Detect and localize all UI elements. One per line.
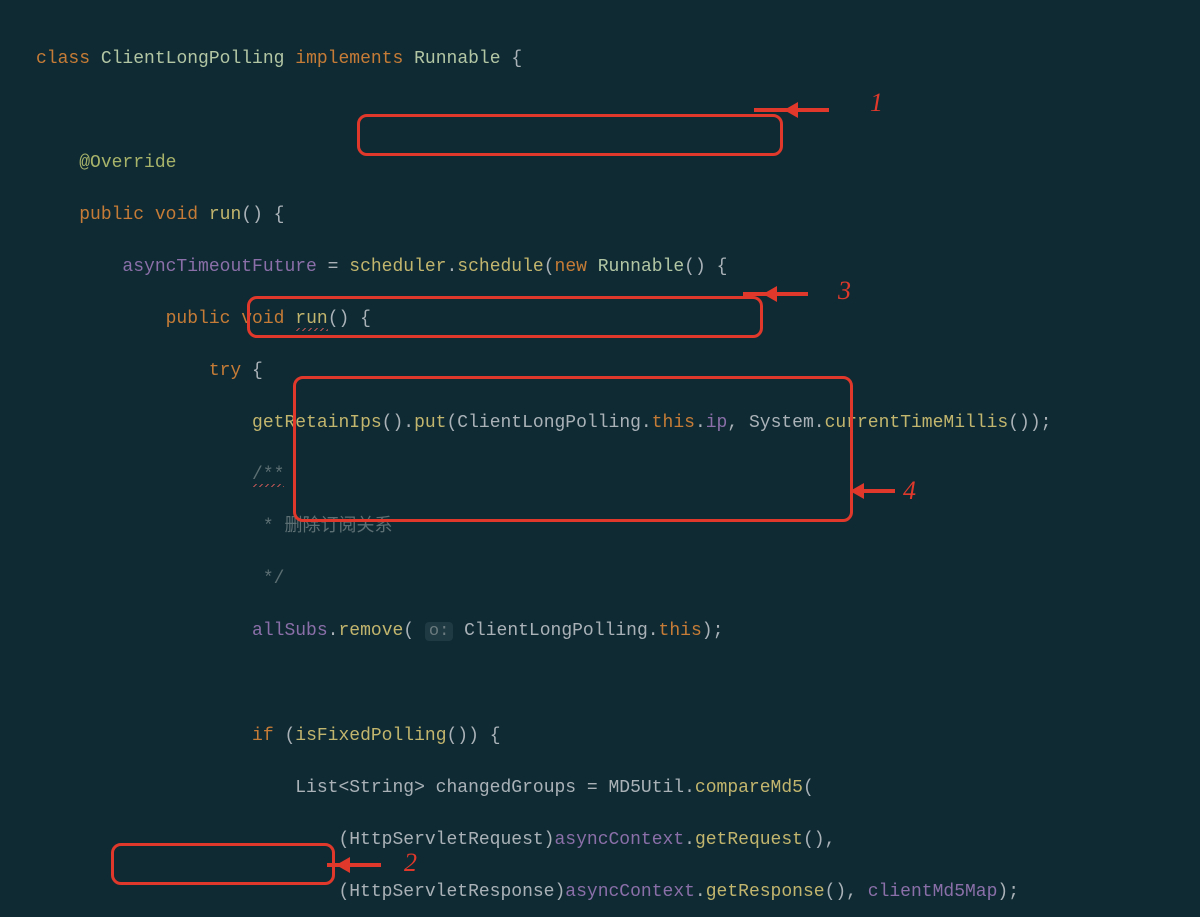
code-line: if (isFixedPolling()) { (36, 723, 1200, 749)
code-line: getRetainIps().put(ClientLongPolling.thi… (36, 410, 1200, 436)
annotation-label-2: 2 (404, 850, 417, 876)
code-viewer: class ClientLongPolling implements Runna… (0, 0, 1200, 917)
highlight-box-4 (293, 376, 853, 522)
code-line: asyncTimeoutFuture = scheduler.schedule(… (36, 254, 1200, 280)
annotation-label-3: 3 (838, 278, 851, 304)
code-line: public void run() { (36, 202, 1200, 228)
code-line: public void run() { (36, 306, 1200, 332)
code-line: /** (36, 462, 1200, 488)
code-line: */ (36, 566, 1200, 592)
code-line: (HttpServletRequest)asyncContext.getRequ… (36, 827, 1200, 853)
code-line: * 删除订阅关系 (36, 514, 1200, 540)
code-line: (HttpServletResponse)asyncContext.getRes… (36, 879, 1200, 905)
code-line: List<String> changedGroups = MD5Util.com… (36, 775, 1200, 801)
code-line (36, 671, 1200, 697)
code-line: @Override (36, 150, 1200, 176)
code-line: class ClientLongPolling implements Runna… (36, 46, 1200, 72)
code-line: try { (36, 358, 1200, 384)
code-line (36, 98, 1200, 124)
code-line: allSubs.remove( o: ClientLongPolling.thi… (36, 618, 1200, 645)
